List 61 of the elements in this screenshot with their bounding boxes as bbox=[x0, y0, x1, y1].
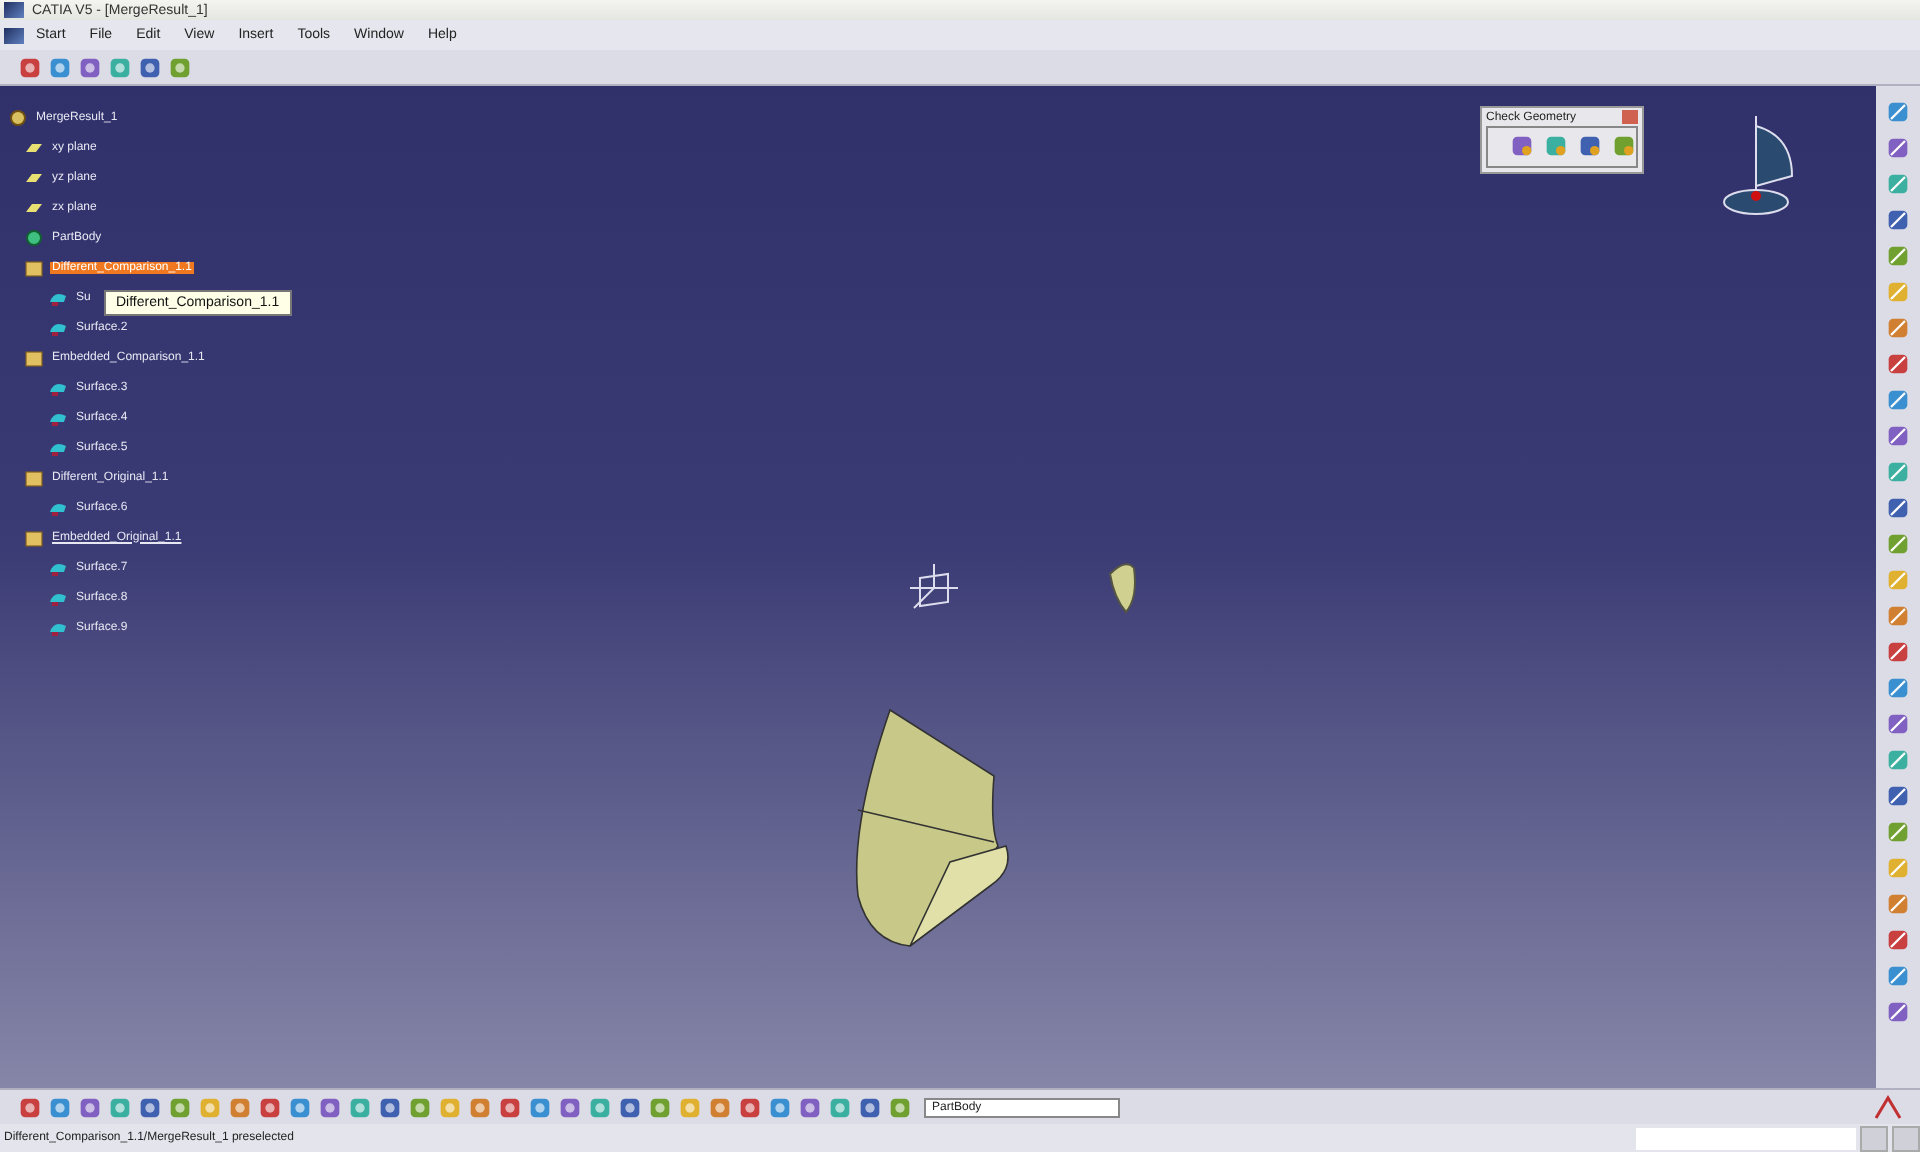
toolbar-icon[interactable] bbox=[556, 1093, 584, 1121]
folder-icon bbox=[24, 257, 44, 277]
toolbar-icon[interactable] bbox=[406, 1093, 434, 1121]
toolbar-icon[interactable] bbox=[646, 1093, 674, 1121]
toolbar-icon[interactable] bbox=[526, 1093, 554, 1121]
toolbar-icon[interactable] bbox=[16, 53, 44, 81]
toolbar-icon[interactable] bbox=[166, 53, 194, 81]
folder-icon bbox=[24, 347, 44, 367]
toolbar-icon[interactable] bbox=[1884, 818, 1912, 846]
command-field[interactable] bbox=[1636, 1127, 1856, 1149]
status-button[interactable] bbox=[1860, 1125, 1888, 1151]
toolbar-icon[interactable] bbox=[1576, 132, 1604, 160]
toolbar-icon[interactable] bbox=[1610, 132, 1638, 160]
toolbar-icon[interactable] bbox=[1884, 206, 1912, 234]
toolbar-icon[interactable] bbox=[16, 1093, 44, 1121]
toolbar-icon[interactable] bbox=[316, 1093, 344, 1121]
toolbar-icon[interactable] bbox=[1884, 674, 1912, 702]
toolbar-icon[interactable] bbox=[1884, 134, 1912, 162]
toolbar-icon[interactable] bbox=[256, 1093, 284, 1121]
toolbar-icon[interactable] bbox=[1884, 458, 1912, 486]
toolbar-icon[interactable] bbox=[136, 53, 164, 81]
toolbar-icon[interactable] bbox=[1884, 746, 1912, 774]
toolbar-icon[interactable] bbox=[46, 1093, 74, 1121]
toolbar-icon[interactable] bbox=[76, 53, 104, 81]
toolbar-icon[interactable] bbox=[1884, 962, 1912, 990]
folder-icon bbox=[24, 467, 44, 487]
toolbar-icon[interactable] bbox=[736, 1093, 764, 1121]
toolbar-icon[interactable] bbox=[1508, 132, 1536, 160]
toolbar-icon[interactable] bbox=[1884, 386, 1912, 414]
toolbar-icon[interactable] bbox=[286, 1093, 314, 1121]
toolbar-icon[interactable] bbox=[1884, 638, 1912, 666]
toolbar-icon[interactable] bbox=[1884, 890, 1912, 918]
toolbar-icon[interactable] bbox=[1884, 602, 1912, 630]
toolbar-icon[interactable] bbox=[1884, 170, 1912, 198]
toolbar-icon[interactable] bbox=[496, 1093, 524, 1121]
folder-icon bbox=[24, 527, 44, 547]
toolbar-icon[interactable] bbox=[1884, 782, 1912, 810]
toolbar-icon[interactable] bbox=[1884, 242, 1912, 270]
toolbar-icon[interactable] bbox=[1884, 530, 1912, 558]
toolbar-icon[interactable] bbox=[706, 1093, 734, 1121]
toolbar-icon[interactable] bbox=[1884, 314, 1912, 342]
toolbar-icon[interactable] bbox=[1884, 350, 1912, 378]
status-button[interactable] bbox=[1892, 1125, 1920, 1151]
toolbar-icon[interactable] bbox=[76, 1093, 104, 1121]
toolbar-icon[interactable] bbox=[1884, 422, 1912, 450]
toolbar-icon[interactable] bbox=[376, 1093, 404, 1121]
toolbar-icon[interactable] bbox=[166, 1093, 194, 1121]
toolbar-icon[interactable] bbox=[136, 1093, 164, 1121]
toolbar-icon[interactable] bbox=[1884, 98, 1912, 126]
toolbar-icon[interactable] bbox=[1884, 998, 1912, 1026]
toolbar-icon[interactable] bbox=[1884, 494, 1912, 522]
toolbar-icon[interactable] bbox=[1884, 710, 1912, 738]
toolbar-icon[interactable] bbox=[856, 1093, 884, 1121]
toolbar-icon[interactable] bbox=[616, 1093, 644, 1121]
toolbar-icon[interactable] bbox=[886, 1093, 914, 1121]
toolbar-icon[interactable] bbox=[796, 1093, 824, 1121]
toolbar-icon[interactable] bbox=[1884, 926, 1912, 954]
toolbar-icon[interactable] bbox=[766, 1093, 794, 1121]
toolbar-icon[interactable] bbox=[46, 53, 74, 81]
toolbar-icon[interactable] bbox=[466, 1093, 494, 1121]
toolbar-icon[interactable] bbox=[226, 1093, 254, 1121]
